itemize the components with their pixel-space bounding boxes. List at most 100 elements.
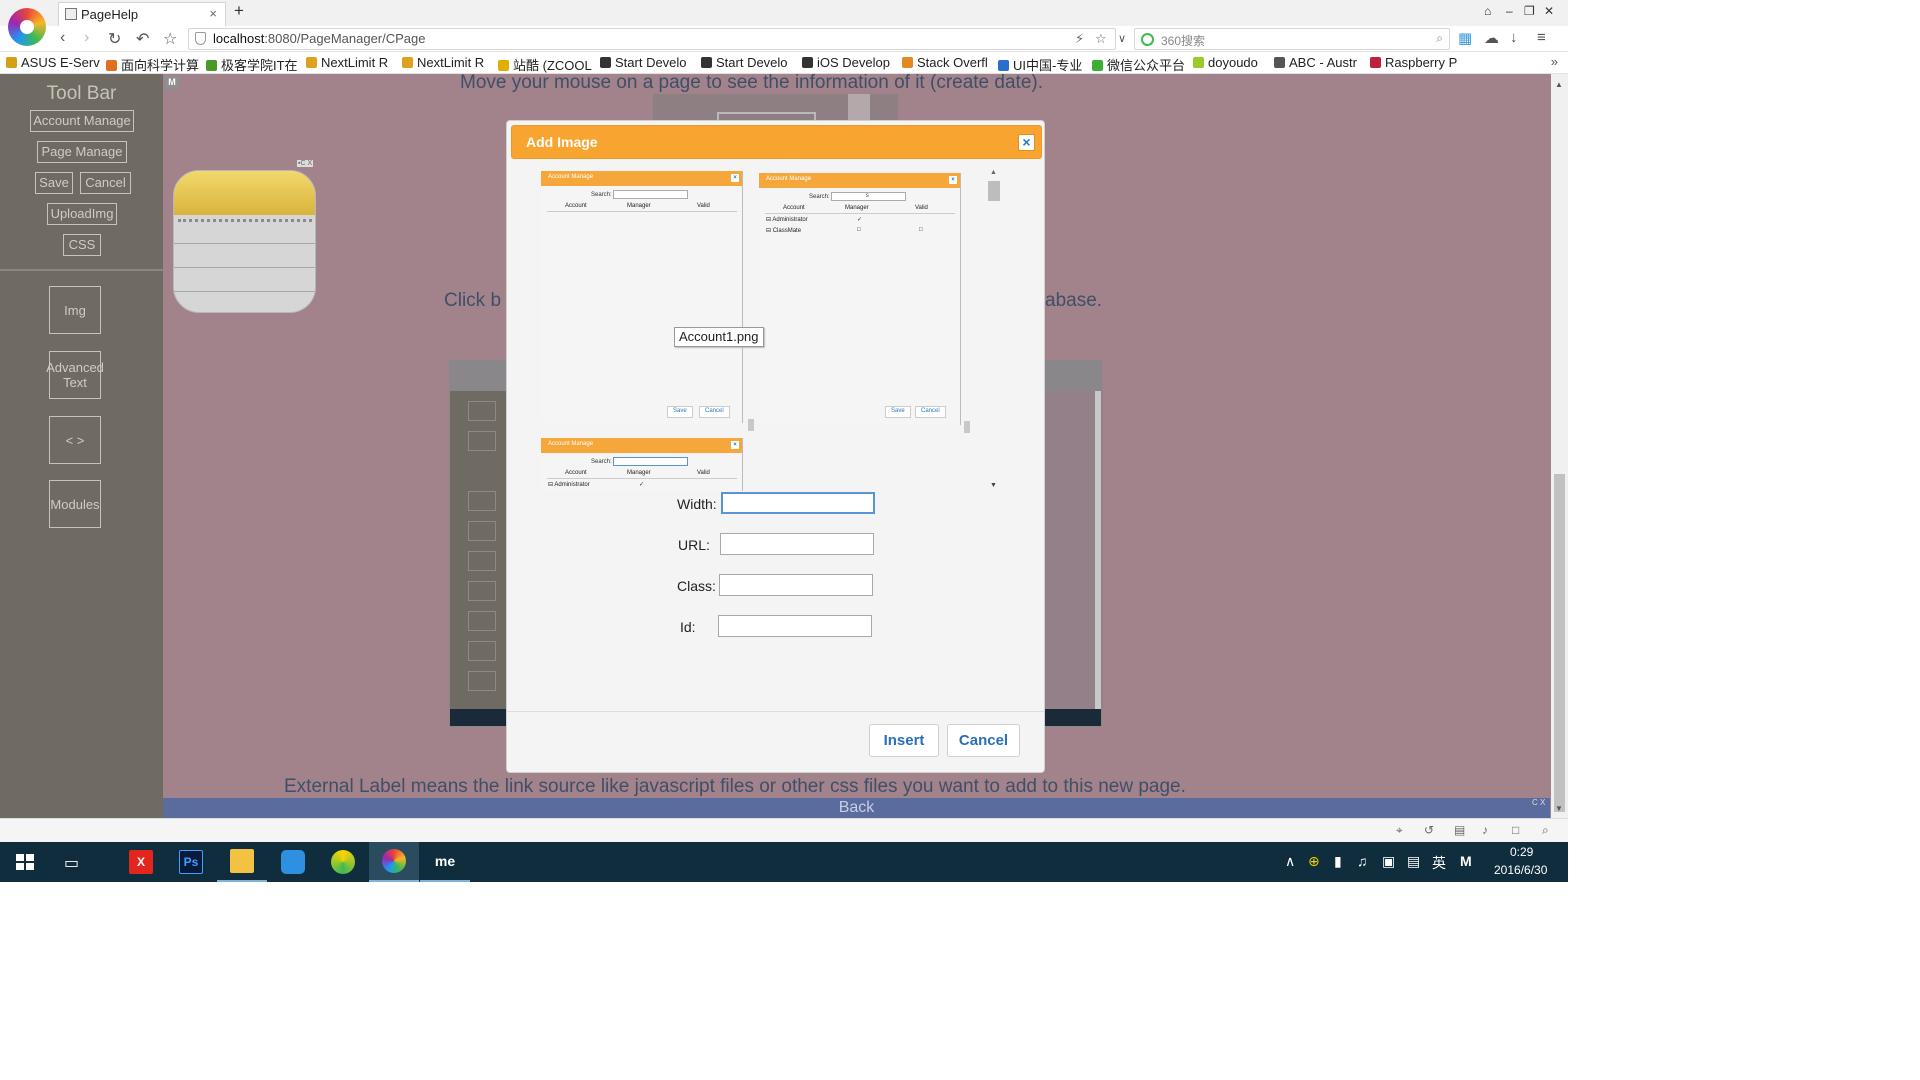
- account-manage-button[interactable]: Account Manage: [30, 110, 134, 132]
- cloud-icon[interactable]: ☁: [1484, 29, 1499, 47]
- modules-tool-button[interactable]: Modules: [49, 480, 101, 528]
- close-window-button[interactable]: ✕: [1544, 4, 1554, 18]
- search-icon[interactable]: ⌕: [1436, 31, 1443, 46]
- reload-icon[interactable]: ↻: [108, 29, 121, 49]
- bookmark-item[interactable]: doyoudo: [1193, 55, 1258, 70]
- preview-scrollbar[interactable]: ▲ ▼: [987, 169, 1001, 491]
- apps-grid-icon[interactable]: ▦: [1458, 29, 1472, 47]
- page-hint-mid-right: abase.: [1045, 290, 1103, 311]
- image-preview-list[interactable]: Account Manage × Search: Account Manager …: [539, 169, 999, 491]
- search-input[interactable]: 360搜索 ⌕: [1134, 28, 1450, 50]
- dialog-close-button[interactable]: ×: [1018, 134, 1035, 151]
- scroll-down-icon[interactable]: ▼: [990, 482, 997, 489]
- url-input[interactable]: [720, 533, 874, 555]
- code-tool-button[interactable]: < >: [49, 416, 101, 464]
- width-input[interactable]: [721, 492, 875, 514]
- more-bookmarks-icon[interactable]: »: [1551, 54, 1558, 69]
- preview-thumbnail[interactable]: Account Manage × Search: Account Manager …: [541, 171, 754, 431]
- bookmark-item[interactable]: NextLimit R: [402, 55, 484, 70]
- battery-icon[interactable]: ▮: [1334, 853, 1342, 870]
- back-button[interactable]: Back: [163, 798, 1550, 818]
- upload-img-button[interactable]: UploadImg: [47, 203, 117, 225]
- bookmark-item[interactable]: Start Develo: [701, 55, 788, 70]
- scrollbar-thumb[interactable]: [1554, 474, 1565, 812]
- forward-arrow-icon[interactable]: ›: [84, 29, 89, 47]
- css-button[interactable]: CSS: [63, 234, 101, 256]
- browser-logo-icon[interactable]: [8, 8, 46, 46]
- bookmark-item[interactable]: NextLimit R: [306, 55, 388, 70]
- scroll-up-icon[interactable]: ▲: [990, 169, 997, 176]
- taskbar-app-me[interactable]: me: [420, 842, 470, 882]
- bookmark-item[interactable]: iOS Develop: [802, 55, 890, 70]
- taskbar-app-player[interactable]: [318, 842, 368, 882]
- scroll-down-icon[interactable]: ▼: [1555, 804, 1563, 813]
- clock-date[interactable]: 2016/6/30: [1494, 863, 1547, 877]
- bookmark-item[interactable]: 微信公众平台: [1092, 55, 1185, 74]
- pin-icon[interactable]: ⌂: [1484, 4, 1491, 18]
- start-button[interactable]: [16, 854, 34, 870]
- insert-button[interactable]: Insert: [869, 724, 939, 757]
- scroll-up-icon[interactable]: ▲: [1555, 80, 1563, 89]
- bookmark-item[interactable]: 站酷 (ZCOOL: [498, 55, 592, 74]
- bookmark-item[interactable]: 面向科学计算: [106, 55, 199, 74]
- clock-time[interactable]: 0:29: [1510, 845, 1533, 859]
- cancel-button[interactable]: Cancel: [947, 724, 1020, 757]
- taskbar-app-xmind[interactable]: X: [116, 842, 166, 882]
- taskbar-app-explorer[interactable]: [217, 842, 267, 882]
- address-bar: ‹ › ↻ ↶ ☆ localhost:8080/PageManager/CPa…: [0, 26, 1568, 52]
- speaker-icon[interactable]: ♫: [1357, 853, 1368, 869]
- preview-thumbnail[interactable]: Account Manage × Search: Account Manager …: [541, 438, 743, 491]
- bookmark-item[interactable]: Stack Overfl: [902, 55, 988, 70]
- chevron-down-icon[interactable]: ∨: [1118, 32, 1126, 45]
- window-icon[interactable]: □: [1512, 823, 1519, 837]
- volume-icon[interactable]: ♪: [1482, 823, 1488, 837]
- input-language-indicator[interactable]: 英: [1432, 853, 1446, 873]
- back-arrow-icon[interactable]: ‹: [60, 29, 65, 47]
- taskbar-app-finder[interactable]: [268, 842, 318, 882]
- new-tab-button[interactable]: +: [234, 1, 244, 21]
- tab-close-icon[interactable]: ×: [209, 6, 217, 21]
- taskbar-app-photoshop[interactable]: Ps: [166, 842, 216, 882]
- url-field[interactable]: localhost:8080/PageManager/CPage ⚡ ☆: [188, 28, 1116, 50]
- advanced-text-tool-button[interactable]: Advanced Text: [46, 351, 104, 399]
- tab-pagehelp[interactable]: PageHelp ×: [58, 2, 226, 26]
- pin-icon[interactable]: ⌖: [1396, 823, 1403, 838]
- download-icon[interactable]: ↓: [1510, 29, 1518, 46]
- task-view-icon[interactable]: ▭: [64, 853, 79, 873]
- taskbar-app-browser[interactable]: [369, 842, 419, 882]
- bookmark-item[interactable]: Raspberry P: [1370, 55, 1457, 70]
- bookmark-item[interactable]: ABC - Austr: [1274, 55, 1357, 70]
- m-badge[interactable]: M: [165, 76, 179, 89]
- notes-controls[interactable]: ▪C X: [297, 160, 314, 167]
- id-input[interactable]: [718, 615, 872, 637]
- bookmark-item[interactable]: 极客学院IT在: [206, 55, 298, 74]
- star-icon[interactable]: ☆: [163, 29, 177, 49]
- lightning-icon[interactable]: ⚡: [1075, 31, 1084, 47]
- bookmark-item[interactable]: UI中国-专业: [998, 55, 1082, 74]
- trash-icon[interactable]: ▤: [1454, 823, 1465, 837]
- bookmark-item[interactable]: Start Develo: [600, 55, 687, 70]
- cancel-button[interactable]: Cancel: [80, 172, 131, 194]
- preview-thumbnail[interactable]: Account Manage × Search: s Account Manager…: [759, 173, 970, 433]
- zoom-icon[interactable]: ⌕: [1542, 823, 1549, 838]
- scrollbar-thumb[interactable]: [988, 181, 1000, 201]
- maximize-button[interactable]: ❐: [1524, 4, 1535, 18]
- page-scrollbar[interactable]: ▲ ▼: [1551, 74, 1568, 818]
- network-icon[interactable]: ▣: [1382, 853, 1395, 870]
- cx-badge[interactable]: C X: [1532, 798, 1545, 807]
- accelerate-icon[interactable]: ↺: [1424, 823, 1434, 837]
- bookmark-star-icon[interactable]: ☆: [1095, 31, 1107, 47]
- bookmark-item[interactable]: ASUS E-Serv: [6, 55, 100, 70]
- chevron-up-icon[interactable]: ∧: [1285, 853, 1295, 870]
- class-input[interactable]: [719, 574, 873, 596]
- undo-icon[interactable]: ↶: [136, 29, 149, 49]
- page-manage-button[interactable]: Page Manage: [37, 141, 127, 163]
- notification-icon[interactable]: ▤: [1407, 853, 1420, 870]
- ime-m-indicator[interactable]: M: [1460, 853, 1472, 869]
- minimize-button[interactable]: –: [1506, 4, 1513, 18]
- security-icon[interactable]: ⊕: [1308, 853, 1320, 870]
- save-button[interactable]: Save: [35, 172, 73, 194]
- menu-icon[interactable]: ≡: [1537, 29, 1546, 46]
- notes-app-icon[interactable]: [173, 170, 316, 313]
- img-tool-button[interactable]: Img: [49, 286, 101, 334]
